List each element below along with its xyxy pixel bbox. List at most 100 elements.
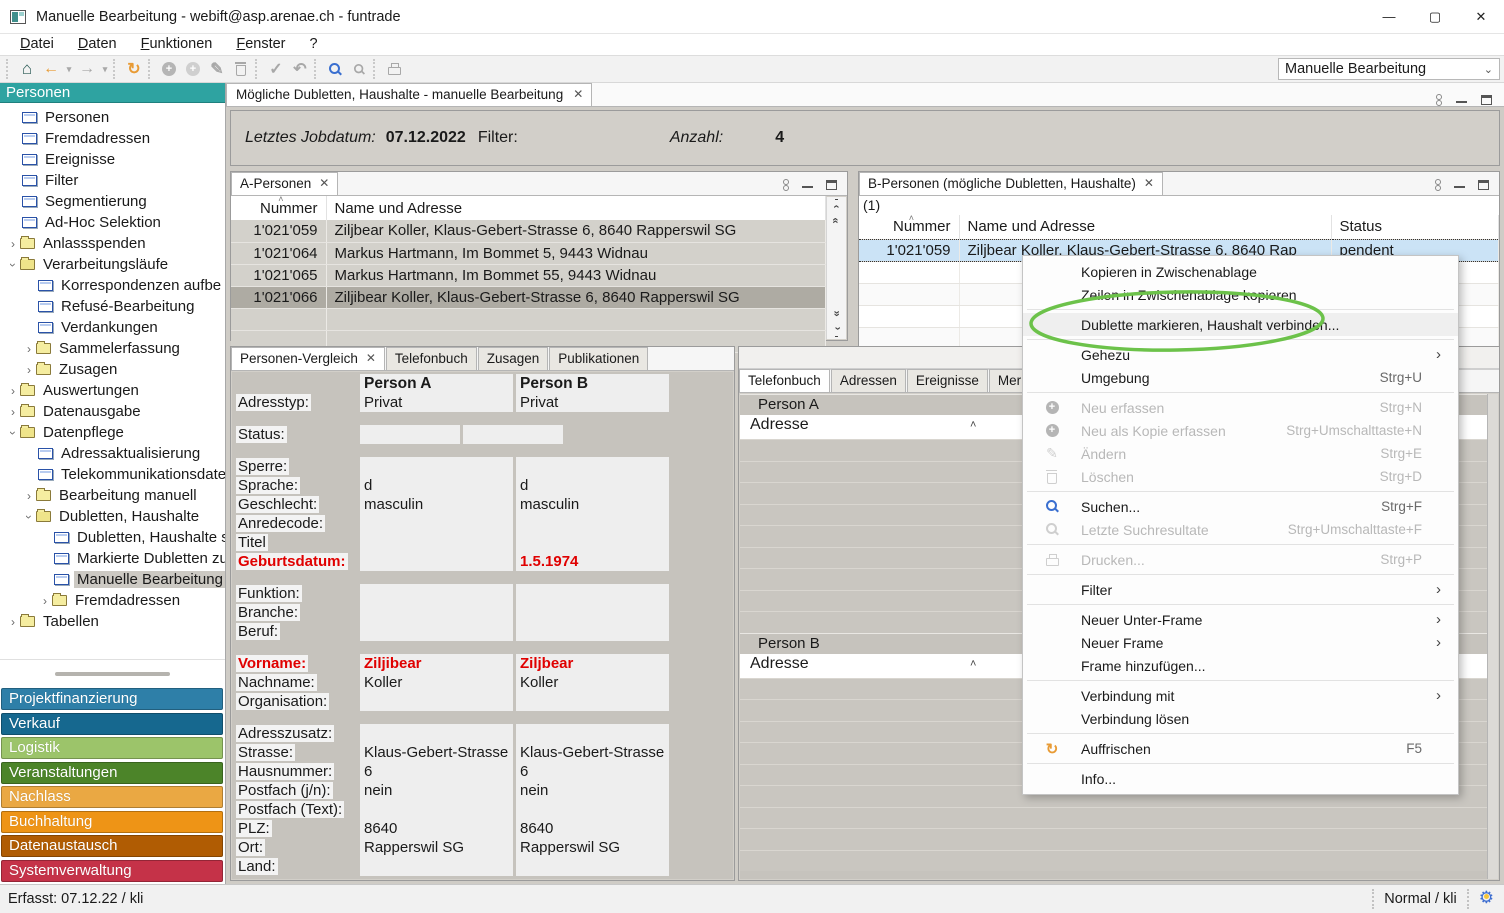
module-bar-veranstaltungen[interactable]: Veranstaltungen	[1, 762, 223, 784]
expander-icon[interactable]: ›	[6, 426, 20, 440]
tree-item-filter[interactable]: Filter	[0, 170, 225, 191]
edit-icon[interactable]: ✎	[205, 57, 229, 81]
context-menu-item-löschen[interactable]: Löschen Strg+D	[1023, 465, 1458, 488]
menu-item-daten[interactable]: Daten	[66, 35, 129, 54]
context-menu-item-suchen[interactable]: Suchen... Strg+F	[1023, 495, 1458, 518]
menu-item-funktionen[interactable]: Funktionen	[129, 35, 225, 54]
context-menu-item-dublette-markieren-haushalt-verbinden[interactable]: Dublette markieren, Haushalt verbinden..…	[1023, 313, 1458, 336]
context-menu-item-drucken[interactable]: Drucken... Strg+P	[1023, 548, 1458, 571]
maximize-panel-icon[interactable]	[826, 180, 837, 190]
tree-item-ereignisse[interactable]: Ereignisse	[0, 149, 225, 170]
expander-icon[interactable]: ›	[6, 258, 20, 272]
tree-item-datenausgabe[interactable]: › Datenausgabe	[0, 401, 225, 422]
tree-item-dubletten-haushalte-s[interactable]: Dubletten, Haushalte s	[0, 527, 225, 548]
menu-item-fenster[interactable]: Fenster	[224, 35, 297, 54]
undo-icon[interactable]: ↶	[288, 57, 312, 81]
tree-item-refusé-bearbeitung[interactable]: Refusé-Bearbeitung	[0, 296, 225, 317]
column-header-nummer[interactable]: ˄Nummer	[859, 215, 959, 239]
context-menu-item-ändern[interactable]: ✎ Ändern Strg+E	[1023, 442, 1458, 465]
context-menu-item-verbindung-mit[interactable]: Verbindung mit ›	[1023, 684, 1458, 707]
tree-item-anlassspenden[interactable]: › Anlassspenden	[0, 233, 225, 254]
context-menu-item-info[interactable]: Info...	[1023, 767, 1458, 790]
tree-item-markierte-dubletten-zu[interactable]: Markierte Dubletten zu	[0, 548, 225, 569]
context-menu-item-umgebung[interactable]: Umgebung Strg+U	[1023, 366, 1458, 389]
refresh-icon[interactable]: ↻	[122, 57, 146, 81]
print-icon[interactable]	[382, 57, 406, 81]
tree-item-fremdadressen[interactable]: › Fremdadressen	[0, 590, 225, 611]
close-icon[interactable]: ✕	[1144, 176, 1154, 195]
context-menu-item-gehezu[interactable]: Gehezu ›	[1023, 343, 1458, 366]
tree-item-dubletten-haushalte[interactable]: › Dubletten, Haushalte	[0, 506, 225, 527]
detail-scrollbar[interactable]	[1487, 394, 1498, 879]
panel-options-icon[interactable]	[782, 178, 789, 191]
expander-icon[interactable]: ›	[22, 342, 36, 356]
tree-item-tabellen[interactable]: › Tabellen	[0, 611, 225, 632]
delete-icon[interactable]	[229, 57, 253, 81]
module-bar-verkauf[interactable]: Verkauf	[1, 713, 223, 735]
document-tab[interactable]: Mögliche Dubletten, Haushalte - manuelle…	[226, 83, 592, 106]
tab-telefonbuch[interactable]: Telefonbuch	[739, 369, 830, 392]
menu-item-?[interactable]: ?	[298, 35, 330, 54]
collapse-icon[interactable]: ˄	[970, 419, 976, 431]
expander-icon[interactable]: ›	[22, 489, 36, 503]
tree-item-auswertungen[interactable]: › Auswertungen	[0, 380, 225, 401]
column-header-name[interactable]: Name und Adresse	[326, 196, 826, 220]
expander-icon[interactable]: ›	[22, 363, 36, 377]
module-bar-datenaustausch[interactable]: Datenaustausch	[1, 835, 223, 857]
maximize-panel-icon[interactable]	[1478, 180, 1489, 190]
tab-zusagen[interactable]: Zusagen	[478, 347, 549, 370]
expander-icon[interactable]: ›	[6, 237, 20, 251]
tab-adressen[interactable]: Adressen	[831, 369, 906, 392]
confirm-icon[interactable]: ✓	[264, 57, 288, 81]
table-row[interactable]: 1'021'065Markus Hartmann, Im Bommet 55, …	[231, 264, 826, 286]
column-header-nummer[interactable]: ˄Nummer	[231, 196, 326, 220]
minimize-panel-icon[interactable]	[802, 181, 813, 188]
context-menu-item-filter[interactable]: Filter ›	[1023, 578, 1458, 601]
scroll-to-top-icon[interactable]: ›	[835, 199, 839, 214]
settings-group[interactable]: ⚙	[1467, 889, 1504, 909]
page-up-icon[interactable]: »	[833, 214, 839, 229]
tab-ereignisse[interactable]: Ereignisse	[907, 369, 988, 392]
empty-row[interactable]	[231, 308, 826, 330]
tree-item-zusagen[interactable]: › Zusagen	[0, 359, 225, 380]
expander-icon[interactable]: ›	[38, 594, 52, 608]
expander-icon[interactable]: ›	[22, 510, 36, 524]
forward-dropdown-icon[interactable]: ▾	[99, 57, 111, 81]
expander-icon[interactable]: ›	[6, 405, 20, 419]
context-menu-item-letzte-suchresultate[interactable]: Letzte Suchresultate Strg+Umschalttaste+…	[1023, 518, 1458, 541]
tree-item-ad-hoc-selektion[interactable]: Ad-Hoc Selektion	[0, 212, 225, 233]
page-down-icon[interactable]: »	[833, 307, 839, 322]
column-header-name[interactable]: Name und Adresse	[959, 215, 1331, 239]
tree-item-datenpflege[interactable]: › Datenpflege	[0, 422, 225, 443]
tree-item-personen[interactable]: Personen	[0, 107, 225, 128]
context-menu-item-auffrischen[interactable]: ↻ Auffrischen F5	[1023, 737, 1458, 760]
maximize-button[interactable]: ▢	[1412, 0, 1458, 34]
column-header-status[interactable]: Status	[1331, 215, 1499, 239]
tree-item-verdankungen[interactable]: Verdankungen	[0, 317, 225, 338]
table-row[interactable]: 1'021'064Markus Hartmann, Im Bommet 5, 9…	[231, 242, 826, 264]
tree-item-sammelerfassung[interactable]: › Sammelerfassung	[0, 338, 225, 359]
scroll-to-bottom-icon[interactable]: ›	[835, 322, 839, 337]
context-menu-item-frame-hinzufügen[interactable]: Frame hinzufügen...	[1023, 654, 1458, 677]
close-icon[interactable]: ✕	[573, 87, 583, 106]
maximize-panel-icon[interactable]	[1481, 95, 1492, 105]
a-personen-tab[interactable]: A-Personen✕	[231, 172, 338, 195]
expander-icon[interactable]: ›	[6, 384, 20, 398]
menu-item-datei[interactable]: Datei	[8, 35, 66, 54]
module-bar-systemverwaltung[interactable]: Systemverwaltung	[1, 860, 223, 882]
module-bar-logistik[interactable]: Logistik	[1, 737, 223, 759]
context-menu-item-neu-als-kopie-erfassen[interactable]: + Neu als Kopie erfassen Strg+Umschaltta…	[1023, 419, 1458, 442]
tree-item-bearbeitung-manuell[interactable]: › Bearbeitung manuell	[0, 485, 225, 506]
close-button[interactable]: ✕	[1458, 0, 1504, 34]
minimize-panel-icon[interactable]	[1454, 181, 1465, 188]
forward-icon[interactable]: →	[75, 57, 99, 81]
tab-personen-vergleich[interactable]: Personen-Vergleich✕	[231, 347, 385, 370]
table-row[interactable]: 1'021'059Ziljbear Koller, Klaus-Gebert-S…	[231, 220, 826, 242]
context-menu-item-neuer-frame[interactable]: Neuer Frame ›	[1023, 631, 1458, 654]
table-row[interactable]: 1'021'066Ziljibear Koller, Klaus-Gebert-…	[231, 286, 826, 308]
b-personen-tab[interactable]: B-Personen (mögliche Dubletten, Haushalt…	[859, 172, 1163, 195]
tree-scrollbar[interactable]	[0, 659, 225, 687]
tree-item-fremdadressen[interactable]: Fremdadressen	[0, 128, 225, 149]
search-icon[interactable]	[323, 57, 347, 81]
minimize-panel-icon[interactable]	[1456, 96, 1467, 103]
